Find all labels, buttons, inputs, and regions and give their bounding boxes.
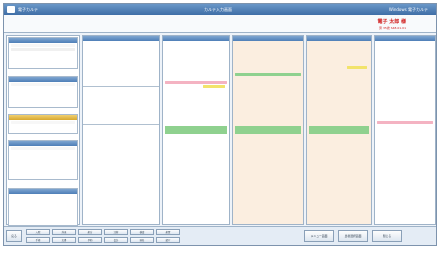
toolbar-button-11[interactable]: 病名 — [130, 237, 154, 243]
record-panel-3 — [306, 35, 372, 225]
application-window: 電子カルテ カルテ入力画面 Windows 電子カルテ 電子 太郎 様 男 35… — [3, 3, 437, 246]
highlight-pink — [165, 81, 227, 84]
highlight-green — [235, 73, 301, 76]
back-button[interactable]: 戻る — [6, 230, 22, 242]
order-panel-header — [83, 36, 159, 41]
patient-info-bar: 電子 太郎 様 男 35歳 S48.01.01 — [4, 15, 436, 33]
toolbar-button-7[interactable]: 手術 — [26, 237, 50, 243]
menu-button[interactable]: メニュー画面 — [304, 230, 334, 242]
left-block-4 — [8, 140, 78, 180]
close-button[interactable]: 閉じる — [372, 230, 402, 242]
record-panel-1 — [162, 35, 230, 225]
left-block-3 — [8, 114, 78, 134]
app-logo-icon — [7, 6, 15, 13]
left-block-2 — [8, 76, 78, 108]
left-block-5 — [8, 188, 78, 226]
green-grid — [165, 126, 227, 134]
record-panel-2-header — [233, 36, 303, 41]
left-block-2-header — [9, 77, 77, 82]
toolbar-button-3[interactable]: 処方 — [78, 229, 102, 235]
order-panel — [82, 35, 160, 225]
history-highlight — [377, 121, 433, 124]
patient-details: 男 35歳 S48.01.01 — [379, 26, 406, 30]
left-block-5-header — [9, 189, 77, 194]
highlight-yellow — [203, 84, 225, 88]
window-title: 電子カルテ — [18, 7, 38, 12]
toolbar-button-10[interactable]: 会計 — [104, 237, 128, 243]
toolbar-button-12[interactable]: 紹介 — [156, 237, 180, 243]
bottom-toolbar: 戻る 入院 外来 処方 注射 検査 処置 手術 文書 予約 会計 病名 紹介 メ… — [4, 226, 436, 245]
record-panel-2 — [232, 35, 304, 225]
toolbar-button-6[interactable]: 処置 — [156, 229, 180, 235]
left-block-1-header — [9, 38, 77, 43]
window-right-label: Windows 電子カルテ — [388, 7, 428, 12]
toolbar-button-1[interactable]: 入院 — [26, 229, 50, 235]
left-block-4-header — [9, 141, 77, 146]
window-center-title: カルテ入力画面 — [204, 7, 232, 12]
left-block-3-header — [9, 115, 77, 120]
left-block-1 — [8, 37, 78, 69]
toolbar-button-5[interactable]: 検査 — [130, 229, 154, 235]
patient-name: 電子 太郎 様 — [377, 19, 406, 25]
highlight-yellow-2 — [347, 66, 367, 69]
patient-select-button[interactable]: 患者選択画面 — [338, 230, 368, 242]
toolbar-button-4[interactable]: 注射 — [104, 229, 128, 235]
green-grid-3 — [309, 126, 369, 134]
toolbar-button-2[interactable]: 外来 — [52, 229, 76, 235]
history-panel — [374, 35, 436, 225]
green-grid-2 — [235, 126, 301, 134]
history-panel-header — [375, 36, 435, 41]
toolbar-button-8[interactable]: 文書 — [52, 237, 76, 243]
record-panel-1-header — [163, 36, 229, 41]
record-panel-3-header — [307, 36, 371, 41]
left-panel — [6, 35, 80, 226]
title-bar: 電子カルテ カルテ入力画面 Windows 電子カルテ — [4, 4, 436, 15]
toolbar-button-9[interactable]: 予約 — [78, 237, 102, 243]
